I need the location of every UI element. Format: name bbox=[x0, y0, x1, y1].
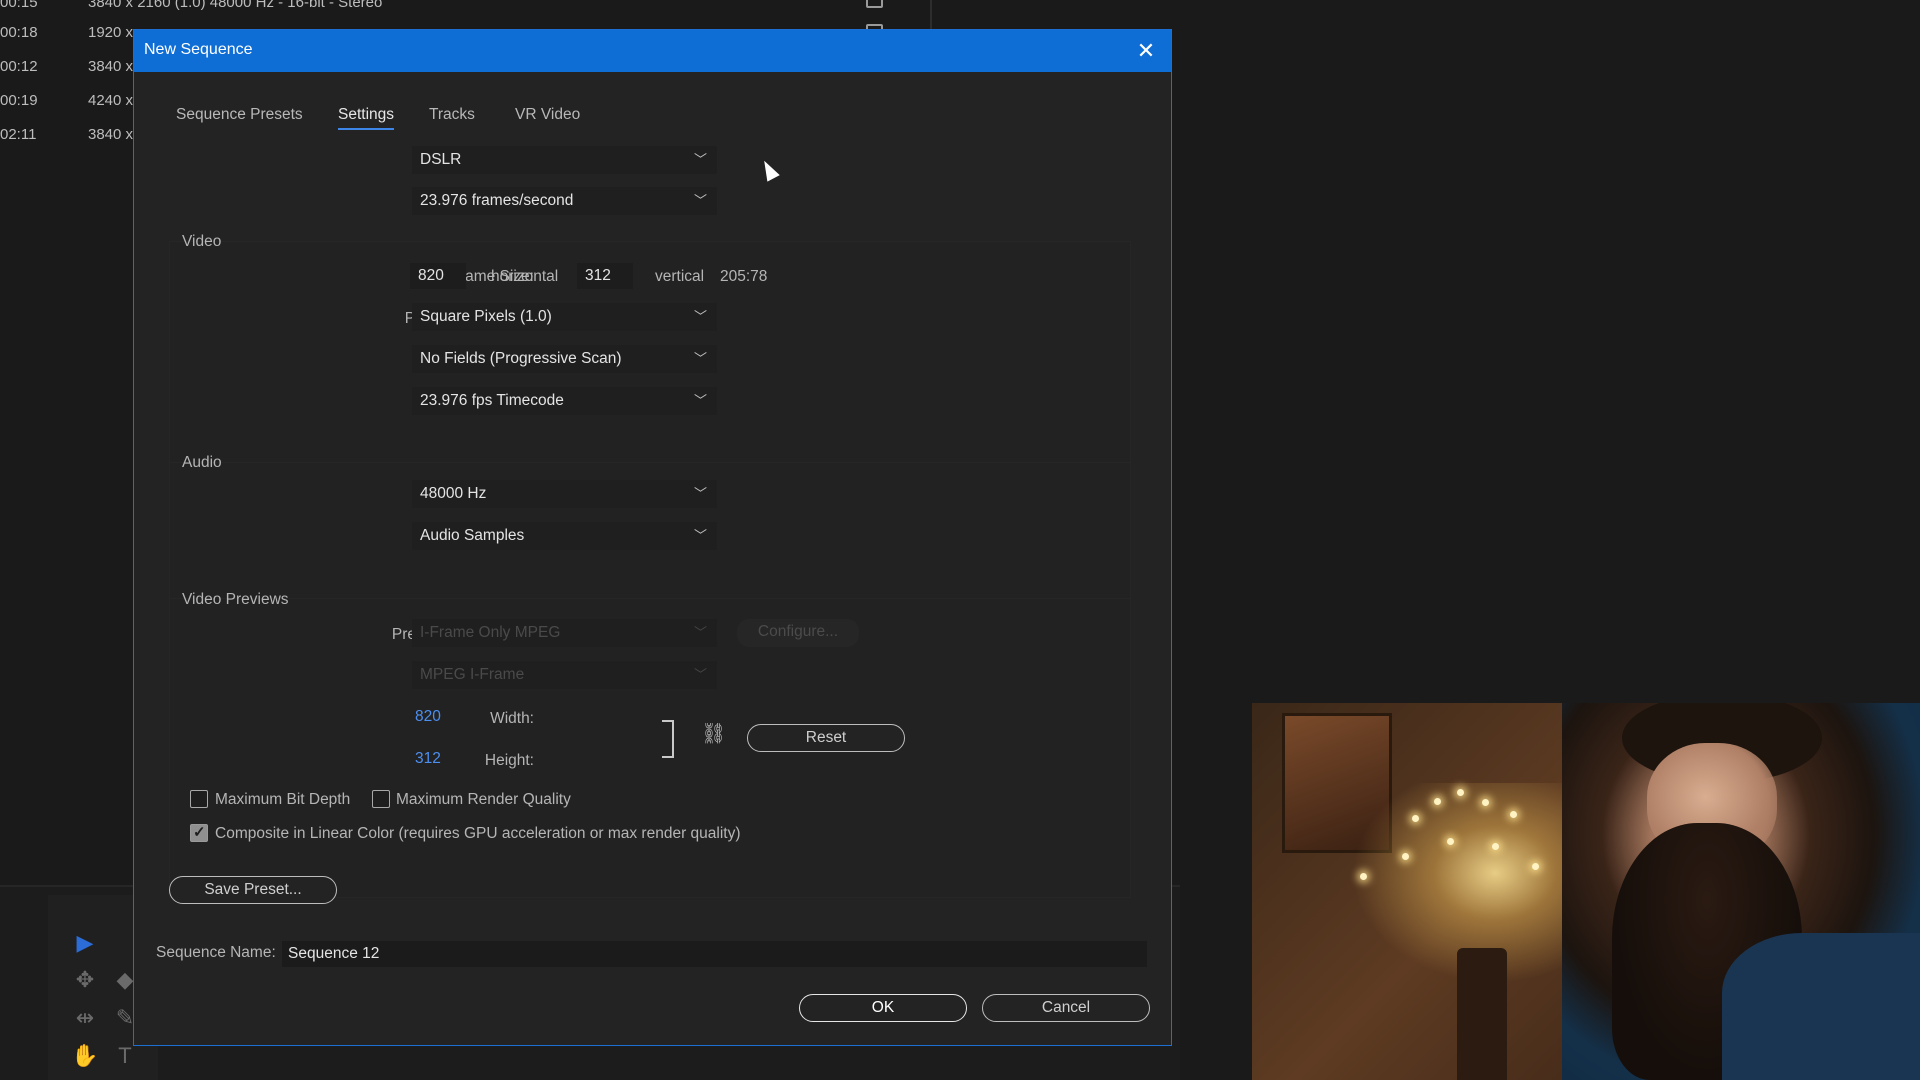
frame-width-field[interactable]: 820 bbox=[410, 263, 466, 289]
max-render-quality-checkbox[interactable] bbox=[372, 790, 390, 808]
video-previews-title: Video Previews bbox=[182, 591, 289, 608]
light-dot bbox=[1482, 799, 1489, 806]
clip-duration: 00:12 bbox=[0, 58, 38, 75]
codec-select[interactable]: MPEG I-Frame ﹀ bbox=[412, 661, 717, 689]
timebase-value: 23.976 frames/second bbox=[420, 192, 574, 209]
light-dot bbox=[1457, 789, 1464, 796]
light-dot bbox=[1402, 853, 1409, 860]
clip-duration: 02:11 bbox=[0, 126, 37, 143]
presenter-shirt bbox=[1722, 933, 1920, 1080]
sequence-name-label: Sequence Name: bbox=[156, 944, 276, 961]
hand-tool-icon[interactable]: ✋ bbox=[70, 1041, 100, 1071]
preview-format-value: I-Frame Only MPEG bbox=[420, 624, 561, 641]
tab-sequence-presets[interactable]: Sequence Presets bbox=[176, 106, 303, 128]
composite-linear-label: Composite in Linear Color (requires GPU … bbox=[215, 825, 741, 842]
audio-display-format-select[interactable]: Audio Samples ﹀ bbox=[412, 522, 717, 550]
clip-duration: 00:15 bbox=[0, 0, 38, 11]
slip-tool-icon[interactable]: ⇹ bbox=[70, 1003, 100, 1033]
webcam-overlay bbox=[1252, 703, 1920, 1080]
clip-info: 3840 x 2160 (1.0) 48000 Hz - 16-bit - St… bbox=[88, 0, 383, 11]
tab-vr-video[interactable]: VR Video bbox=[515, 106, 580, 128]
sample-rate-value: 48000 Hz bbox=[420, 485, 487, 502]
preview-format-select[interactable]: I-Frame Only MPEG ﹀ bbox=[412, 619, 717, 647]
video-display-format-select[interactable]: 23.976 fps Timecode ﹀ bbox=[412, 387, 717, 415]
composite-linear-checkbox[interactable] bbox=[190, 823, 208, 842]
video-display-format-value: 23.976 fps Timecode bbox=[420, 392, 564, 409]
light-dot bbox=[1412, 815, 1419, 822]
pixel-aspect-select[interactable]: Square Pixels (1.0) ﹀ bbox=[412, 303, 717, 331]
tab-settings[interactable]: Settings bbox=[338, 106, 395, 130]
editing-mode-value: DSLR bbox=[420, 151, 462, 168]
light-dot bbox=[1510, 811, 1517, 818]
max-render-quality-label: Maximum Render Quality bbox=[396, 791, 571, 808]
chevron-down-icon: ﹀ bbox=[693, 309, 707, 324]
save-preset-button[interactable]: Save Preset... bbox=[169, 876, 337, 904]
audio-display-format-value: Audio Samples bbox=[420, 527, 525, 544]
chevron-down-icon: ﹀ bbox=[693, 625, 707, 640]
max-bit-depth-checkbox[interactable] bbox=[190, 790, 208, 808]
chevron-down-icon: ﹀ bbox=[693, 393, 707, 408]
link-icon[interactable]: ⛓ bbox=[701, 721, 726, 746]
frame-height-field[interactable]: 312 bbox=[577, 263, 633, 289]
light-dot bbox=[1447, 838, 1454, 845]
chevron-down-icon: ﹀ bbox=[693, 528, 707, 543]
aspect-bracket bbox=[662, 720, 674, 758]
chevron-down-icon: ﹀ bbox=[693, 351, 707, 366]
light-dot bbox=[1434, 798, 1441, 805]
clip-info: 4240 x bbox=[88, 92, 134, 109]
chevron-down-icon: ﹀ bbox=[693, 152, 707, 167]
pixel-aspect-value: Square Pixels (1.0) bbox=[420, 308, 552, 325]
codec-value: MPEG I-Frame bbox=[420, 666, 525, 683]
aspect-ratio-value: 205:78 bbox=[720, 268, 768, 285]
preview-width-value[interactable]: 820 bbox=[415, 708, 441, 726]
cancel-button[interactable]: Cancel bbox=[982, 994, 1150, 1022]
vertical-label: vertical bbox=[655, 268, 705, 285]
timebase-select[interactable]: 23.976 frames/second ﹀ bbox=[412, 187, 717, 215]
clip-info: 3840 x bbox=[88, 58, 134, 75]
clip-info: 1920 x bbox=[88, 24, 134, 41]
light-dot bbox=[1360, 873, 1367, 880]
preview-height-value[interactable]: 312 bbox=[415, 750, 441, 768]
bg-checkbox[interactable] bbox=[866, 0, 883, 8]
clip-info: 3840 x bbox=[88, 126, 134, 143]
light-dot bbox=[1492, 843, 1499, 850]
tab-tracks[interactable]: Tracks bbox=[429, 106, 475, 128]
clip-duration: 00:18 bbox=[0, 24, 38, 41]
sample-rate-select[interactable]: 48000 Hz ﹀ bbox=[412, 480, 717, 508]
selection-tool-icon[interactable]: ▶ bbox=[70, 928, 100, 958]
video-section-title: Video bbox=[182, 233, 222, 250]
chevron-down-icon: ﹀ bbox=[693, 193, 707, 208]
ok-button[interactable]: OK bbox=[799, 994, 967, 1022]
dialog-titlebar[interactable]: New Sequence ✕ bbox=[134, 30, 1171, 72]
ripple-edit-icon[interactable]: ✥ bbox=[70, 965, 100, 995]
editing-mode-select[interactable]: DSLR ﹀ bbox=[412, 146, 717, 174]
new-sequence-dialog: New Sequence ✕ Sequence Presets Settings… bbox=[133, 29, 1172, 1046]
configure-button[interactable]: Configure... bbox=[737, 619, 859, 647]
sequence-name-input[interactable]: Sequence 12 bbox=[282, 941, 1147, 967]
vase bbox=[1457, 948, 1507, 1080]
light-dot bbox=[1532, 863, 1539, 870]
panel-divider bbox=[930, 0, 932, 30]
clip-duration: 00:19 bbox=[0, 92, 38, 109]
audio-section-title: Audio bbox=[182, 454, 222, 471]
reset-button[interactable]: Reset bbox=[747, 724, 905, 752]
max-bit-depth-label: Maximum Bit Depth bbox=[215, 791, 351, 808]
fields-value: No Fields (Progressive Scan) bbox=[420, 350, 622, 367]
chevron-down-icon: ﹀ bbox=[693, 486, 707, 501]
horizontal-label: horizontal bbox=[491, 268, 559, 285]
chevron-down-icon: ﹀ bbox=[693, 667, 707, 682]
close-icon[interactable]: ✕ bbox=[1133, 38, 1159, 64]
dialog-title: New Sequence bbox=[144, 41, 253, 58]
fields-select[interactable]: No Fields (Progressive Scan) ﹀ bbox=[412, 345, 717, 373]
